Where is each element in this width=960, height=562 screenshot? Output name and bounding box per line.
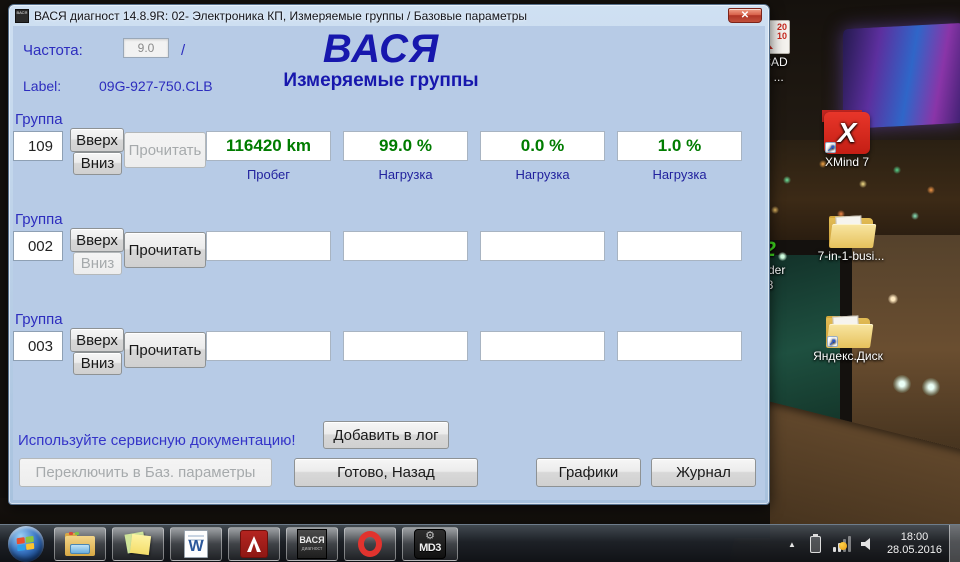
window-title: ВАСЯ диагност 14.8.9R: 02- Электроника К… [34,8,528,23]
shortcut-arrow-icon: ↗ [825,142,836,153]
taskbar-explorer-button[interactable] [54,527,106,561]
value-field: 116420 km [206,131,331,161]
taskbar-opera-button[interactable] [344,527,396,561]
desktop-icon-folder-7in1[interactable]: 7-in-1-busi... [816,212,886,263]
taskbar-adobe-reader-button[interactable] [228,527,280,561]
clock-time: 18:00 [900,531,929,543]
add-to-log-button[interactable]: Добавить в лог [323,421,449,449]
frequency-label: Частота: [23,42,83,59]
adobe-reader-icon [240,530,268,558]
taskbar: W ВАСЯ диагност ⚙ MD3 ▲ 18:00 28.05.2016 [0,524,960,562]
start-button[interactable] [8,526,44,562]
graphs-button[interactable]: Графики [536,458,641,487]
network-warning-dot [838,542,847,550]
vasya-diagnost-icon: ВАСЯ диагност [297,529,327,559]
up-button[interactable]: Вверх [70,328,124,352]
read-button[interactable]: Прочитать [124,332,206,368]
brand-title: ВАСЯ [322,27,440,71]
read-button[interactable]: Прочитать [124,232,206,268]
done-back-button[interactable]: Готово, Назад [294,458,478,487]
desktop: 20 10 CAD - ... X ↗ XMind 7 2 oader 8 7-… [0,0,960,562]
page-title: Измеряемые группы [283,70,479,91]
value-field [206,331,331,361]
taskbar-word-button[interactable]: W [170,527,222,561]
value-field [206,231,331,261]
window-icon: ВАСЯ [15,8,29,23]
value-caption: Пробег [246,167,291,182]
group-row-002: Группа 002 Вверх Вниз Прочитать [13,211,767,289]
read-button: Прочитать [124,132,206,168]
group-row-109: Группа 109 Вверх Вниз Прочитать 116420 k… [13,111,767,189]
titlebar[interactable]: ВАСЯ ВАСЯ диагност 14.8.9R: 02- Электрон… [9,5,769,26]
show-hidden-icons-button[interactable]: ▲ [788,540,796,549]
folder-icon: ↗ [826,312,874,348]
group-number-input[interactable]: 003 [13,331,63,361]
value-caption: Нагрузка [652,167,707,182]
clock[interactable]: 18:00 28.05.2016 [887,531,942,557]
group-caption: Группа [15,311,63,328]
md3-icon: ⚙ MD3 [414,529,446,559]
sticky-notes-icon [124,531,152,557]
window-client-area: Частота: 9.0 / Label: 09G-927-750.CLB ВА… [13,26,765,500]
shortcut-arrow-icon: ↗ [827,336,838,347]
yandex-label: Яндекс.Диск [813,349,883,363]
explorer-icon [65,532,95,556]
desktop-icon-yandex-disk[interactable]: ↗ Яндекс.Диск [810,312,886,363]
group-number-input[interactable]: 002 [13,231,63,261]
value-field: 0.0 % [480,131,605,161]
down-button: Вниз [73,252,122,275]
down-button[interactable]: Вниз [73,152,122,175]
close-button[interactable]: ✕ [728,8,762,23]
folder7-label: 7-in-1-busi... [817,249,885,263]
frequency-slash: / [181,42,186,59]
taskbar-sticky-notes-button[interactable] [112,527,164,561]
xmind-label: XMind 7 [824,155,870,169]
volume-icon[interactable] [860,537,875,551]
value-caption: Нагрузка [378,167,433,182]
value-field [480,331,605,361]
group-caption: Группа [15,211,63,228]
folder-icon [829,212,877,248]
show-desktop-button[interactable] [949,525,960,562]
background-lamp-glow [893,375,911,393]
group-row-003: Группа 003 Вверх Вниз Прочитать [13,311,767,389]
background-lamp-glow [888,294,898,304]
down-button[interactable]: Вниз [73,352,122,375]
gear-icon: ⚙ [425,530,435,542]
system-tray: ▲ 18:00 28.05.2016 [788,525,960,562]
background-lamp-glow [922,378,940,396]
battery-icon[interactable] [809,533,821,553]
group-caption: Группа [15,111,63,128]
word-icon: W [184,530,208,558]
up-button[interactable]: Вверх [70,128,124,152]
file-value: 09G-927-750.CLB [99,78,213,94]
value-field: 99.0 % [343,131,468,161]
value-field [617,331,742,361]
vasya-diagnost-window: ВАСЯ ВАСЯ диагност 14.8.9R: 02- Электрон… [8,4,770,505]
opera-icon [358,531,382,557]
xmind-icon: X ↗ [824,112,870,154]
taskbar-vasya-diagnost-button[interactable]: ВАСЯ диагност [286,527,338,561]
value-field [343,231,468,261]
windows-logo-icon [16,535,36,552]
value-field [617,231,742,261]
taskbar-md3-button[interactable]: ⚙ MD3 [402,527,458,561]
group-number-input[interactable]: 109 [13,131,63,161]
desktop-icon-xmind[interactable]: X ↗ XMind 7 [816,112,878,169]
clock-date: 28.05.2016 [886,544,942,556]
frequency-input[interactable]: 9.0 [123,38,169,58]
journal-button[interactable]: Журнал [651,458,756,487]
file-label: Label: [23,78,62,94]
brand-block: ВАСЯ Измеряемые группы [201,28,561,92]
value-field [480,231,605,261]
value-caption: Нагрузка [515,167,570,182]
network-icon[interactable] [832,536,851,552]
switch-basic-button: Переключить в Баз. параметры [19,458,272,487]
value-field [343,331,468,361]
autocad-year: 20 10 [776,22,787,41]
up-button[interactable]: Вверх [70,228,124,252]
service-notice: Используйте сервисную документацию! [18,432,296,449]
value-field: 1.0 % [617,131,742,161]
